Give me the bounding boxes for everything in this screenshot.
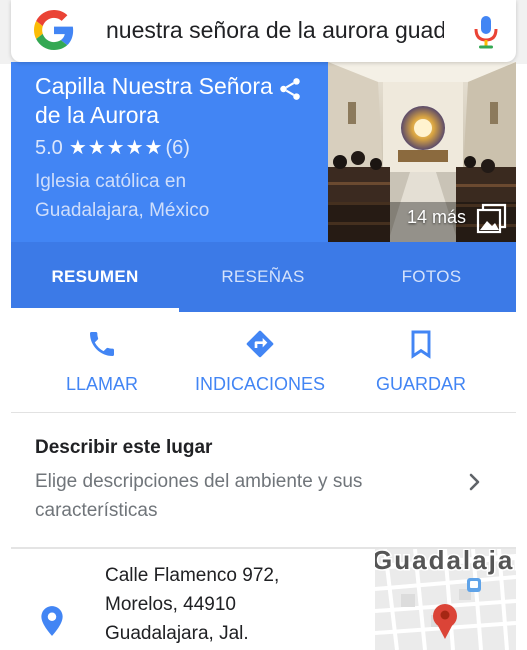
place-photo[interactable]: 14 más [328, 62, 516, 242]
address-section: Calle Flamenco 972, Morelos, 44910 Guada… [11, 549, 516, 650]
star-rating: ★★★★★ [68, 137, 164, 159]
call-button[interactable]: LLAMAR [11, 312, 193, 412]
knowledge-panel: Capilla Nuestra Señora de la Aurora 5.0 ★… [11, 62, 516, 650]
share-icon[interactable] [277, 76, 303, 102]
photo-count: 14 más [406, 207, 466, 227]
place-category: Iglesia católica en Guadalajara, México [35, 167, 315, 225]
describe-subtitle: Elige descripciones del ambiente y sus c… [35, 471, 363, 521]
location-pin-icon [41, 606, 63, 636]
category-line-1: Iglesia católica en [35, 171, 187, 192]
search-input[interactable] [106, 14, 444, 46]
directions-label: INDICACIONES [194, 374, 326, 394]
chevron-right-icon [469, 473, 480, 491]
directions-icon [246, 330, 274, 358]
place-title[interactable]: Capilla Nuestra Señora de la Aurora [35, 72, 295, 130]
directions-button[interactable]: INDICACIONES [179, 312, 341, 412]
action-buttons: LLAMAR INDICACIONES GUARDAR [11, 312, 516, 412]
search-bar[interactable] [11, 0, 516, 62]
call-label: LLAMAR [65, 374, 139, 394]
map-city-label: Guadalajara [375, 549, 516, 575]
photo-gallery-icon[interactable] [476, 202, 508, 234]
address-line-1: Calle Flamenco 972, [105, 565, 280, 586]
rating-row[interactable]: 5.0 ★★★★★ (6) [35, 134, 190, 162]
map-image: Guadalajara [375, 549, 516, 650]
map-thumbnail[interactable]: Guadalajara [375, 549, 516, 650]
save-label: GUARDAR [375, 374, 466, 394]
microphone-icon[interactable] [466, 11, 506, 51]
address-line-2: Morelos, 44910 [105, 594, 236, 615]
tab-bar: RESUMEN RESEÑAS FOTOS [11, 242, 516, 312]
tab-fotos[interactable]: FOTOS [347, 242, 516, 312]
tab-resumen[interactable]: RESUMEN [11, 242, 179, 312]
phone-icon [90, 332, 114, 356]
bookmark-icon [411, 330, 431, 359]
place-header: Capilla Nuestra Señora de la Aurora 5.0 ★… [11, 62, 516, 242]
google-logo-icon[interactable] [34, 10, 74, 50]
address-line-3: Guadalajara, Jal. [105, 623, 249, 644]
describe-place-row[interactable]: Describir este lugar Elige descripciones… [11, 413, 516, 547]
category-line-2: Guadalajara, México [35, 200, 210, 221]
rating-value: 5.0 [35, 137, 63, 159]
describe-title: Describir este lugar [35, 437, 213, 458]
review-count: (6) [165, 137, 190, 159]
address-text[interactable]: Calle Flamenco 972, Morelos, 44910 Guada… [105, 561, 279, 648]
save-button[interactable]: GUARDAR [349, 312, 493, 412]
tab-resenas[interactable]: RESEÑAS [179, 242, 347, 312]
